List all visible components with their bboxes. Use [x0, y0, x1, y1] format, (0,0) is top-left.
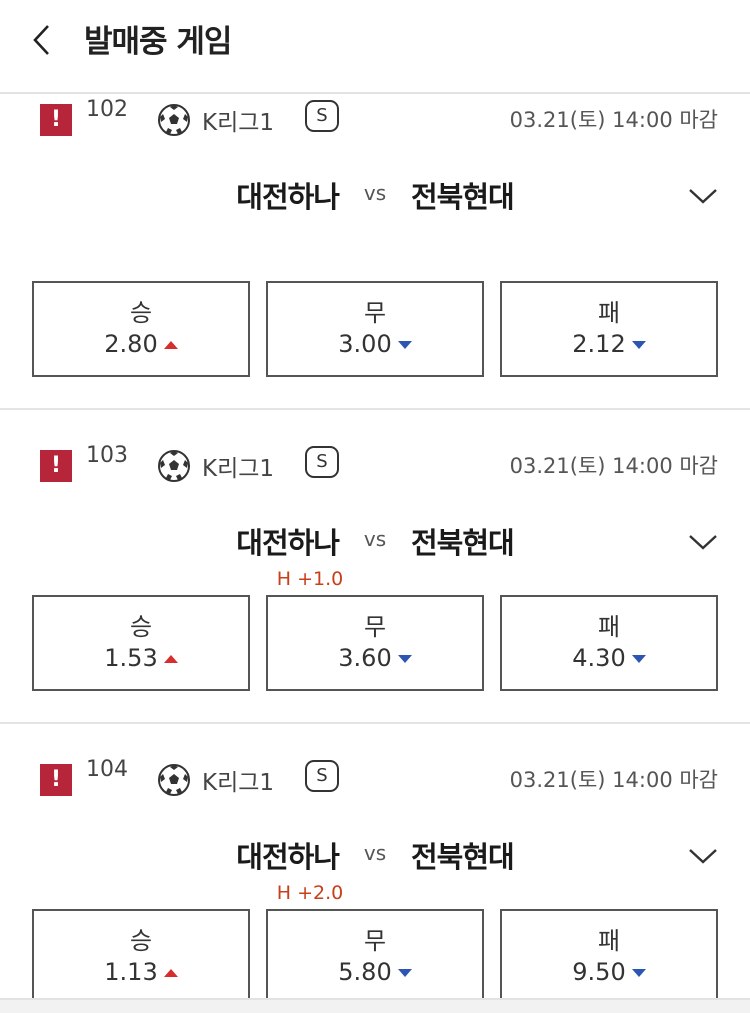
home-team: 대전하나: [236, 526, 340, 560]
game-card: ! 102 K리그1 S 03.21(토) 14:00 마감 대전하나 vs 전…: [0, 94, 750, 384]
soccer-ball-icon: [158, 450, 190, 482]
game-card: ! 103 K리그1 S 03.21(토) 14:00 마감 대전하나 vs 전…: [0, 410, 750, 724]
odds-value: 5.80: [268, 958, 482, 986]
s-badge: S: [305, 760, 339, 792]
soccer-ball-icon: [158, 104, 190, 136]
odds-label: 무: [363, 613, 387, 641]
away-team: 전북현대: [411, 840, 515, 874]
odds-label: 무: [363, 299, 387, 327]
away-team: 전북현대: [411, 526, 515, 560]
odds-value: 2.12: [502, 330, 716, 358]
vs-label: vs: [363, 841, 387, 865]
trend-down-icon: [397, 969, 412, 977]
app-header: 발매중 게임: [0, 0, 750, 94]
exclamation-icon: !: [40, 104, 72, 136]
vs-label: vs: [363, 527, 387, 551]
bottom-bar: [0, 998, 750, 1013]
odds-label: 패: [597, 927, 621, 955]
odds-value: 1.13: [34, 958, 248, 986]
chevron-down-icon[interactable]: [688, 846, 718, 866]
odds-draw-button[interactable]: 무 3.00: [266, 281, 484, 377]
odds-lose-button[interactable]: 패 2.12: [500, 281, 718, 377]
odds-value: 1.53: [34, 644, 248, 672]
page-title: 발매중 게임: [84, 24, 232, 60]
odds-value: 2.80: [34, 330, 248, 358]
soccer-ball-icon: [158, 764, 190, 796]
handicap-label: H +2.0: [276, 882, 344, 904]
odds-draw-button[interactable]: 무 5.80: [266, 909, 484, 1005]
odds-win-button[interactable]: 승 1.13: [32, 909, 250, 1005]
exclamation-icon: !: [40, 764, 72, 796]
trend-down-icon: [631, 969, 646, 977]
odds-value: 3.00: [268, 330, 482, 358]
odds-lose-button[interactable]: 패 4.30: [500, 595, 718, 691]
league-name: K리그1: [202, 770, 275, 796]
handicap-label: H +1.0: [276, 568, 344, 590]
deadline-text: 03.21(토) 14:00 마감: [509, 108, 718, 132]
deadline-text: 03.21(토) 14:00 마감: [509, 454, 718, 478]
away-team: 전북현대: [411, 180, 515, 214]
exclamation-icon: !: [40, 450, 72, 482]
s-badge: S: [305, 446, 339, 478]
odds-value: 3.60: [268, 644, 482, 672]
odds-win-button[interactable]: 승 1.53: [32, 595, 250, 691]
trend-up-icon: [163, 969, 178, 977]
odds-label: 무: [363, 927, 387, 955]
trend-up-icon: [163, 655, 178, 663]
trend-up-icon: [163, 341, 178, 349]
back-chevron-left-icon[interactable]: [28, 20, 58, 60]
game-number: 103: [86, 443, 128, 468]
odds-label: 패: [597, 299, 621, 327]
odds-label: 승: [129, 927, 153, 955]
chevron-down-icon[interactable]: [688, 532, 718, 552]
game-number: 102: [86, 97, 128, 122]
odds-label: 승: [129, 613, 153, 641]
odds-label: 승: [129, 299, 153, 327]
odds-value: 4.30: [502, 644, 716, 672]
game-card: ! 104 K리그1 S 03.21(토) 14:00 마감 대전하나 vs 전…: [0, 724, 750, 1013]
odds-win-button[interactable]: 승 2.80: [32, 281, 250, 377]
trend-down-icon: [631, 341, 646, 349]
game-list: ! 102 K리그1 S 03.21(토) 14:00 마감 대전하나 vs 전…: [0, 94, 750, 1013]
trend-down-icon: [397, 341, 412, 349]
odds-label: 패: [597, 613, 621, 641]
home-team: 대전하나: [236, 840, 340, 874]
odds-draw-button[interactable]: 무 3.60: [266, 595, 484, 691]
league-name: K리그1: [202, 456, 275, 482]
league-name: K리그1: [202, 110, 275, 136]
vs-label: vs: [363, 181, 387, 205]
game-number: 104: [86, 757, 128, 782]
odds-lose-button[interactable]: 패 9.50: [500, 909, 718, 1005]
deadline-text: 03.21(토) 14:00 마감: [509, 768, 718, 792]
home-team: 대전하나: [236, 180, 340, 214]
odds-value: 9.50: [502, 958, 716, 986]
chevron-down-icon[interactable]: [688, 186, 718, 206]
s-badge: S: [305, 100, 339, 132]
trend-down-icon: [631, 655, 646, 663]
trend-down-icon: [397, 655, 412, 663]
